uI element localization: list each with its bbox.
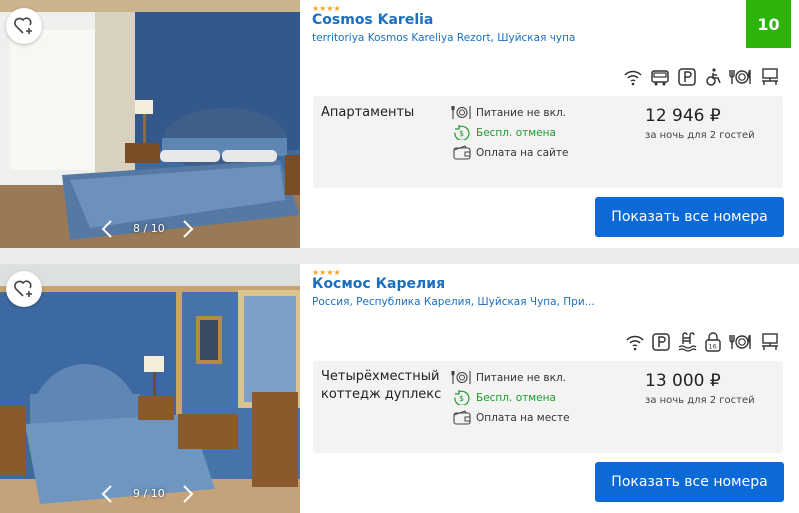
previous-photo-icon[interactable] bbox=[97, 218, 119, 240]
next-photo-icon[interactable] bbox=[176, 218, 198, 240]
meal-icon bbox=[451, 371, 471, 384]
hotel-name-link[interactable]: Cosmos Karelia bbox=[312, 12, 433, 28]
meal-text: Питание не вкл. bbox=[476, 371, 566, 384]
hotel-info: ★★★★ Cosmos Karelia territoriya Kosmos K… bbox=[312, 0, 799, 248]
parking-icon bbox=[678, 68, 696, 86]
show-all-rooms-button[interactable]: Показать все номера bbox=[595, 197, 784, 237]
room-offer: Четырёхместный коттедж дуплекс Питание н… bbox=[313, 361, 783, 453]
next-photo-icon[interactable] bbox=[176, 483, 198, 505]
hotel-name-link[interactable]: Космос Карелия bbox=[312, 276, 445, 292]
room-features: Питание не вкл. $ Беспл. отмена Оплата н… bbox=[451, 105, 568, 160]
hotel-photo[interactable]: 8 / 10 bbox=[0, 0, 300, 248]
free-cancel-text: Беспл. отмена bbox=[476, 391, 556, 404]
previous-photo-icon[interactable] bbox=[97, 483, 119, 505]
hotel-info: ★★★★ Космос Карелия Россия, Республика К… bbox=[312, 264, 799, 513]
meal-icon bbox=[451, 106, 471, 119]
hotel-card: 9 / 10 ★★★★ Космос Карелия Россия, Респу… bbox=[0, 264, 799, 513]
svg-text:$: $ bbox=[459, 394, 464, 403]
price: 12 946 ₽ bbox=[645, 106, 721, 126]
show-all-rooms-button[interactable]: Показать все номера bbox=[595, 462, 784, 502]
parking-icon bbox=[652, 333, 670, 351]
free-cancel-info: $ Беспл. отмена bbox=[451, 390, 570, 405]
wifi-icon bbox=[626, 335, 644, 351]
favorite-button[interactable] bbox=[6, 271, 42, 307]
heart-plus-icon bbox=[14, 280, 32, 297]
age-limit-icon: 16 bbox=[705, 332, 721, 352]
price-note: за ночь для 2 гостей bbox=[645, 130, 755, 141]
free-cancel-info: $ Беспл. отмена bbox=[451, 125, 568, 140]
hotel-address-link[interactable]: territoriya Kosmos Kareliya Rezort, Шуйс… bbox=[312, 32, 575, 44]
price-note: за ночь для 2 гостей bbox=[645, 395, 755, 406]
hotel-photo[interactable]: 9 / 10 bbox=[0, 264, 300, 513]
heart-plus-icon bbox=[14, 17, 32, 34]
restaurant-icon bbox=[729, 334, 751, 349]
transfer-icon bbox=[651, 70, 669, 86]
room-type: Четырёхместный коттедж дуплекс bbox=[321, 369, 442, 402]
price: 13 000 ₽ bbox=[645, 371, 721, 391]
payment-text: Оплата на сайте bbox=[476, 146, 569, 159]
room-features: Питание не вкл. $ Беспл. отмена Оплата н… bbox=[451, 370, 570, 425]
wallet-icon bbox=[453, 145, 471, 160]
wallet-icon bbox=[453, 410, 471, 425]
refund-icon: $ bbox=[454, 125, 470, 140]
rating-badge: 10 bbox=[746, 0, 791, 48]
payment-text: Оплата на месте bbox=[476, 411, 570, 424]
amenities-list bbox=[623, 67, 781, 87]
svg-text:$: $ bbox=[459, 129, 464, 138]
hotel-card: 8 / 10 ★★★★ Cosmos Karelia territoriya K… bbox=[0, 0, 799, 248]
meal-info: Питание не вкл. bbox=[451, 105, 568, 120]
business-center-icon bbox=[762, 333, 778, 350]
photo-counter: 9 / 10 bbox=[133, 487, 165, 500]
accessible-icon bbox=[706, 68, 721, 86]
favorite-button[interactable] bbox=[6, 8, 42, 44]
payment-info: Оплата на сайте bbox=[451, 145, 568, 160]
refund-icon: $ bbox=[454, 390, 470, 405]
pool-icon bbox=[678, 332, 697, 352]
wifi-icon bbox=[624, 70, 642, 86]
amenities-list: 16 bbox=[625, 332, 781, 352]
room-photo-image bbox=[0, 0, 300, 248]
hotel-address-link[interactable]: Россия, Республика Карелия, Шуйская Чупа… bbox=[312, 296, 595, 308]
room-photo-image bbox=[0, 264, 300, 513]
free-cancel-text: Беспл. отмена bbox=[476, 126, 556, 139]
meal-info: Питание не вкл. bbox=[451, 370, 570, 385]
svg-text:16: 16 bbox=[709, 343, 717, 351]
room-offer: Апартаменты Питание не вкл. $ Беспл. отм… bbox=[313, 96, 783, 188]
room-type: Апартаменты bbox=[321, 105, 415, 120]
business-center-icon bbox=[762, 68, 778, 85]
restaurant-icon bbox=[729, 69, 751, 84]
payment-info: Оплата на месте bbox=[451, 410, 570, 425]
meal-text: Питание не вкл. bbox=[476, 106, 566, 119]
photo-counter: 8 / 10 bbox=[133, 222, 165, 235]
